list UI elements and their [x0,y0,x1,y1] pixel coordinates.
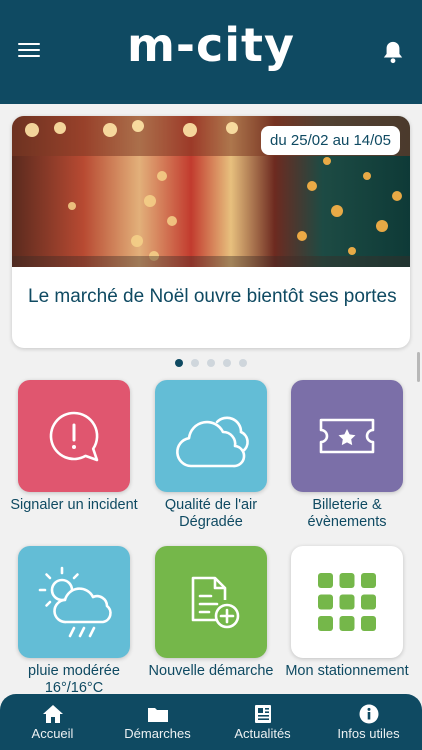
news-title: Le marché de Noël ouvre bientôt ses port… [28,286,397,307]
nav-item-news[interactable]: Actualités [210,694,315,750]
ticket-icon [319,418,375,454]
document-add-icon [191,576,240,629]
ticketing-events-tile[interactable] [291,380,403,492]
app-header: m-city [0,0,422,104]
notification-bell-icon[interactable] [382,40,404,64]
weather-tile[interactable] [18,546,130,658]
carousel-dot[interactable] [223,359,231,367]
tile-label-ticketing: Billeterie & évènements [307,497,387,530]
nav-item-procedures[interactable]: Démarches [105,694,210,750]
parking-tile[interactable] [291,546,403,658]
tile-label-weather: pluie modérée 16°/16°C [28,663,120,696]
nav-label: Infos utiles [337,726,400,741]
app-logo: m-city [126,18,296,72]
christmas-market-image: du 25/02 au 14/05 [12,116,410,267]
tile-label-parking: Mon stationnement [285,663,409,679]
event-date-badge: du 25/02 au 14/05 [261,126,400,155]
alert-bubble-icon [49,411,99,462]
bottom-navigation: Accueil Démarches Actualités Infos utile… [0,694,422,750]
carousel-dot[interactable] [207,359,215,367]
nav-label: Accueil [31,726,74,741]
featured-news-card[interactable]: du 25/02 au 14/05 Le marché de Noël ouvr… [12,116,410,348]
carousel-dot[interactable] [175,359,183,367]
folder-icon [147,708,168,722]
air-quality-tile[interactable] [155,380,267,492]
nav-label: Démarches [124,726,191,741]
nav-item-home[interactable]: Accueil [0,694,105,750]
scrollbar[interactable] [417,352,420,382]
grid-apps-icon [318,573,376,631]
carousel-pagination [0,359,422,367]
tile-label-procedure: Nouvelle démarche [148,663,274,679]
home-icon [42,705,63,723]
tile-label-air-quality: Qualité de l'air Dégradée [164,497,258,530]
tile-label-incident: Signaler un incident [10,497,138,513]
carousel-dot[interactable] [191,359,199,367]
new-procedure-tile[interactable] [155,546,267,658]
carousel-dot[interactable] [239,359,247,367]
rain-sun-icon [38,566,112,638]
info-icon [359,704,378,724]
cloud-icon [176,416,249,468]
report-incident-tile[interactable] [18,380,130,492]
nav-label: Actualités [234,726,291,741]
nav-item-useful-info[interactable]: Infos utiles [316,694,421,750]
newspaper-icon [254,705,271,723]
